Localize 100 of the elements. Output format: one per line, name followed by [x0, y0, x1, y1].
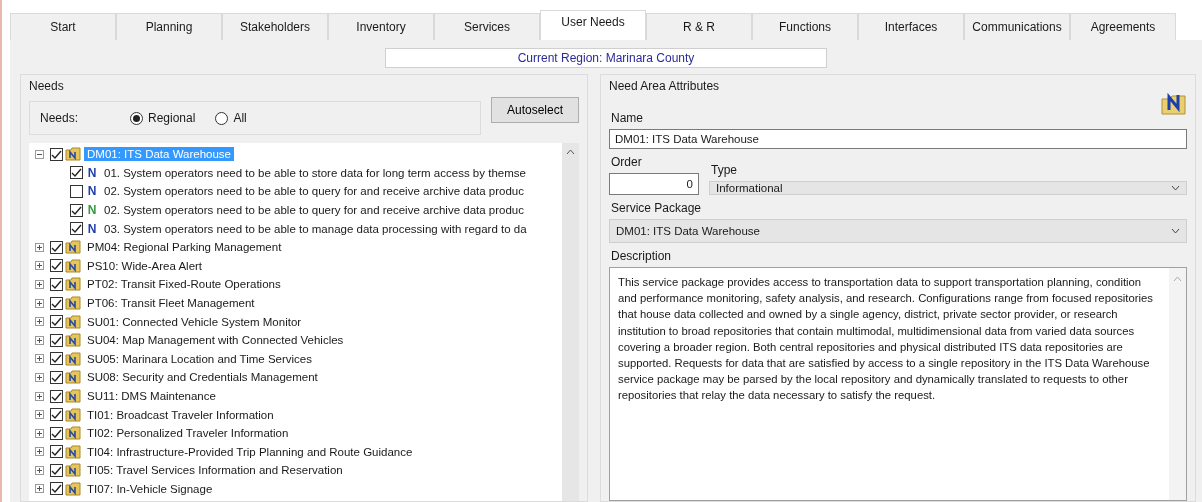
tab[interactable]: Communications — [964, 13, 1070, 40]
checkbox[interactable] — [50, 445, 63, 459]
folder-icon — [65, 277, 82, 292]
expand-icon[interactable] — [35, 465, 44, 475]
expand-icon[interactable] — [35, 298, 44, 308]
filter-label: Needs: — [40, 111, 80, 125]
tab[interactable]: Stakeholders — [222, 13, 328, 40]
tab[interactable]: Agreements — [1070, 13, 1176, 40]
checkbox[interactable] — [50, 333, 63, 347]
folder-icon — [65, 426, 82, 441]
checkbox[interactable] — [50, 426, 63, 440]
tab[interactable]: Inventory — [328, 13, 434, 40]
expand-icon[interactable] — [35, 317, 44, 327]
tree-item[interactable]: PS10: Wide-Area Alert — [84, 258, 206, 273]
tree-item[interactable]: SU04: Map Management with Connected Vehicles — [84, 333, 347, 348]
radio-icon[interactable] — [130, 111, 143, 125]
checkbox[interactable] — [50, 370, 63, 384]
expand-icon[interactable] — [35, 279, 44, 289]
need-letter: N — [86, 203, 98, 218]
autoselect-button[interactable]: Autoselect — [491, 97, 579, 123]
tab[interactable]: Interfaces — [858, 13, 964, 40]
checkbox[interactable] — [70, 203, 83, 217]
current-region-field: Current Region: Marinara County — [385, 48, 827, 68]
expand-icon[interactable] — [35, 261, 44, 271]
scroll-up-icon[interactable] — [566, 149, 575, 155]
tree-item[interactable]: SU11: DMS Maintenance — [84, 389, 219, 403]
expand-icon[interactable] — [35, 428, 44, 438]
tab[interactable]: User Needs — [540, 10, 646, 40]
tab[interactable]: Start — [10, 13, 116, 40]
tree-item[interactable]: TI02: Personalized Traveler Information — [84, 426, 292, 441]
folder-icon — [65, 258, 82, 273]
tree-item[interactable]: 02. System operators need to be able to query for and receive archive data produc — [101, 184, 527, 199]
tree-item[interactable]: SU05: Marinara Location and Time Services — [84, 351, 315, 366]
radio-option[interactable]: Regional — [130, 111, 196, 125]
tree-item[interactable]: SU08: Security and Credentials Management — [84, 370, 321, 385]
tree-item[interactable]: PM04: Regional Parking Management — [84, 240, 285, 255]
expand-icon[interactable] — [35, 410, 44, 420]
group-title: Need Area Attributes — [609, 79, 720, 93]
folder-icon — [65, 240, 82, 255]
tree-item[interactable]: 02. System operators need to be able to query for and receive archive data produc — [101, 203, 527, 218]
radio-icon[interactable] — [215, 111, 229, 125]
expand-icon[interactable] — [35, 391, 44, 401]
checkbox[interactable] — [50, 240, 63, 254]
need-letter: N — [86, 184, 98, 199]
tree-item[interactable]: TI07: In-Vehicle Signage — [84, 482, 216, 496]
tree-item[interactable]: TI01: Broadcast Traveler Information — [84, 407, 277, 422]
folder-icon — [65, 351, 82, 366]
tree-item[interactable]: SU01: Connected Vehicle System Monitor — [84, 314, 305, 329]
checkbox[interactable] — [50, 259, 63, 273]
tab[interactable]: Planning — [116, 13, 222, 40]
folder-icon — [65, 389, 82, 403]
folder-icon — [65, 370, 82, 385]
tree-item[interactable]: 03. System operators need to be able to manage data processing with regard to da — [101, 221, 530, 236]
order-field[interactable]: 0 — [609, 173, 699, 195]
tree-item[interactable]: PT02: Transit Fixed-Route Operations — [84, 277, 284, 292]
tree-item[interactable]: TI05: Travel Services Information and Reservation — [84, 463, 346, 478]
checkbox[interactable] — [50, 277, 63, 291]
radio-option[interactable]: All — [215, 111, 247, 125]
description-box[interactable] — [609, 267, 1187, 501]
checkbox[interactable] — [50, 296, 63, 310]
tree-item[interactable]: TI04: Infrastructure-Provided Trip Planning and Route Guidance — [84, 444, 416, 459]
need-letter: N — [86, 221, 98, 236]
tab[interactable]: Functions — [752, 13, 858, 40]
group-title: Needs — [29, 79, 65, 93]
service-package-dropdown[interactable]: DM01: ITS Data Warehouse — [609, 219, 1187, 243]
tab[interactable]: Services — [434, 13, 540, 40]
tree-item[interactable]: PT06: Transit Fleet Management — [84, 296, 258, 311]
tree-item[interactable]: 01. System operators need to be able to store data for long term access by themse — [101, 165, 529, 180]
type-dropdown[interactable]: Informational — [709, 181, 1187, 195]
checkbox[interactable] — [50, 352, 63, 366]
chevron-down-icon — [1171, 185, 1180, 191]
expand-icon[interactable] — [35, 447, 44, 457]
expand-icon[interactable] — [35, 354, 44, 364]
checkbox[interactable] — [50, 389, 63, 403]
checkbox[interactable] — [70, 185, 83, 198]
folder-icon — [65, 333, 82, 348]
scrollbar[interactable] — [1169, 268, 1186, 500]
checkbox[interactable] — [70, 166, 83, 180]
collapse-icon[interactable] — [35, 149, 44, 159]
tab[interactable]: R & R — [646, 13, 752, 40]
expand-icon[interactable] — [35, 484, 44, 494]
description-text: This service package provides access to transportation data to support transportation planning, condition and performance monitoring, safety analysis, and research. Configurations range from focused repositories that house data collected and owned by a single agency, district, private sector provider, or research institution to broad repositories that contain multimodal, multidimensional data from varied data sources covering a broader region. Both central repositories and physical distributed ITS data repositories are supported. Requests for data that are satisfied by access to a single repository in the ITS Data Warehouse service package may be parsed by the local repository and dynamically translated to requests to other repositories that relay the data necessary to satisfy the request. — [617, 275, 1154, 404]
field-label: Service Package — [611, 201, 703, 215]
folder-icon — [65, 147, 82, 162]
checkbox[interactable] — [50, 408, 63, 422]
expand-icon[interactable] — [35, 335, 44, 345]
checkbox[interactable] — [50, 482, 63, 496]
checkbox[interactable] — [70, 222, 83, 236]
folder-icon[interactable] — [1161, 93, 1187, 115]
checkbox[interactable] — [50, 315, 63, 329]
checkbox[interactable] — [50, 463, 63, 477]
name-field[interactable]: DM01: ITS Data Warehouse — [609, 129, 1187, 149]
expand-icon[interactable] — [35, 242, 44, 252]
folder-icon — [65, 444, 82, 459]
checkbox[interactable] — [50, 147, 63, 161]
expand-icon[interactable] — [35, 372, 44, 382]
field-label: Description — [611, 249, 673, 263]
scrollbar[interactable] — [562, 143, 579, 501]
field-label: Type — [711, 163, 738, 177]
folder-icon — [65, 482, 82, 496]
